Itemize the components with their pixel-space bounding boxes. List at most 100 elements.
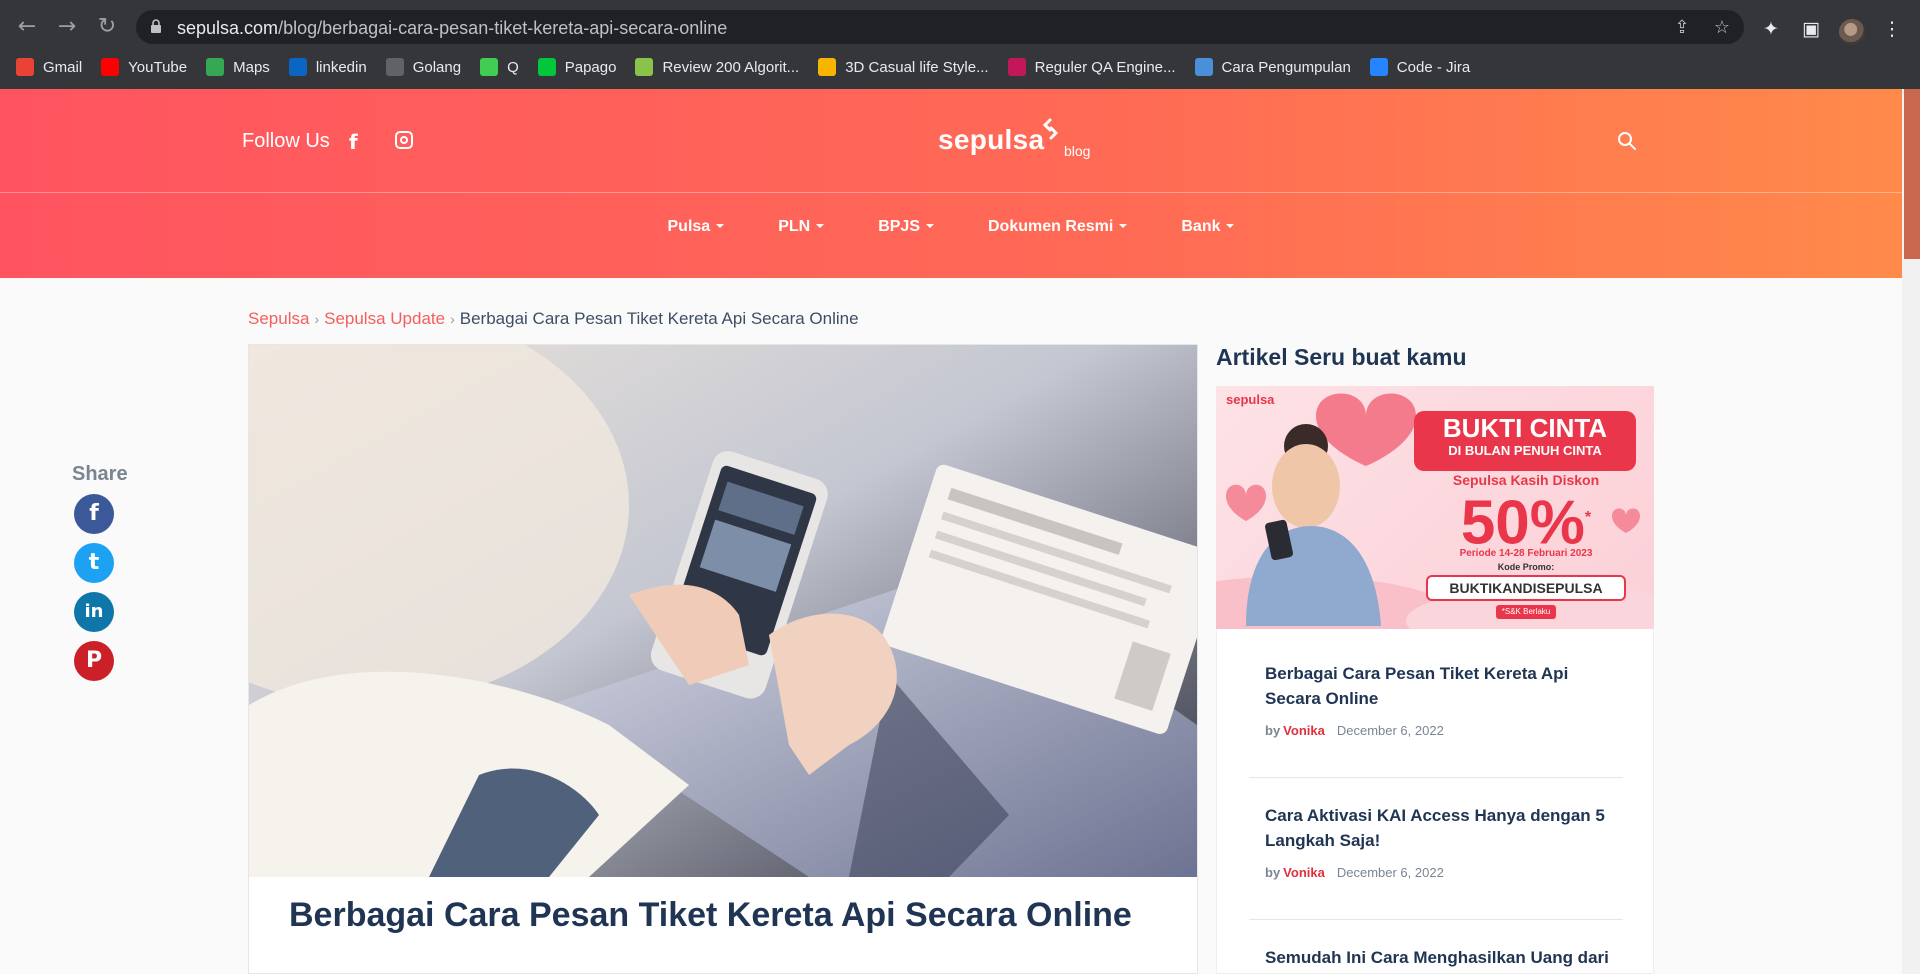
bookmark-item[interactable]: 3D Casual life Style... [818,58,989,76]
profile-avatar[interactable] [1839,19,1865,45]
bookmark-label: 3D Casual life Style... [845,58,989,76]
youtube-icon [101,58,120,76]
bookmark-item[interactable]: Code - Jira [1369,58,1471,76]
facebook-icon[interactable]: f [349,130,358,154]
chevron-down-icon [1226,224,1235,228]
bookmark-item[interactable]: YouTube [101,58,187,76]
promo-banner[interactable]: sepulsa BUKTI CINTA DI BULAN PENUH CINTA… [1216,386,1654,629]
back-icon[interactable]: ← [12,12,42,42]
related-article-meta: by Vonika December 6, 2022 [1265,723,1625,738]
main-nav: Pulsa PLN BPJS Dokumen Resmi Bank [0,218,1902,236]
list-item[interactable]: Cara Aktivasi KAI Access Hanya dengan 5 … [1265,803,1625,880]
forward-icon[interactable]: → [52,12,82,42]
promo-period: Periode 14-28 Februari 2023 [1459,548,1593,559]
site-logo[interactable]: sepulsa [938,124,1044,156]
logo-blog-label: blog [1064,143,1091,159]
related-article-title[interactable]: Berbagai Cara Pesan Tiket Kereta Api Sec… [1265,661,1625,711]
browser-chrome: ← → ↻ sepulsa.com/blog/berbagai-cara-pes… [0,0,1920,89]
chevron-down-icon [716,224,725,228]
article-card: Berbagai Cara Pesan Tiket Kereta Api Sec… [248,344,1198,974]
bookmark-item[interactable]: Review 200 Algorit... [635,58,799,76]
facebook-icon: f [89,501,99,526]
nav-item-label: Dokumen Resmi [987,218,1114,235]
author-link[interactable]: Vonika [1283,723,1325,738]
address-bar[interactable]: sepulsa.com/blog/berbagai-cara-pesan-tik… [136,10,1744,44]
bookmark-item[interactable]: Cara Pengumpulan [1194,58,1351,76]
reload-icon[interactable]: ↻ [92,12,122,42]
address-row: ← → ↻ sepulsa.com/blog/berbagai-cara-pes… [0,6,1920,48]
scrollbar-thumb[interactable] [1902,89,1920,259]
breadcrumb-category-link[interactable]: Sepulsa Update [324,309,445,328]
laptop-icon [1194,58,1213,76]
bookmark-item[interactable]: Golang [385,58,461,76]
breadcrumb-home-link[interactable]: Sepulsa [248,309,309,328]
author-link[interactable]: Vonika [1283,865,1325,880]
breadcrumb-current: Berbagai Cara Pesan Tiket Kereta Api Sec… [459,309,859,328]
nav-item-bpjs[interactable]: BPJS [878,218,934,236]
bookmark-label: YouTube [128,58,188,76]
nav-item-pulsa[interactable]: Pulsa [668,218,725,236]
post-date: December 6, 2022 [1336,865,1444,880]
nav-item-label: Bank [1181,218,1221,235]
nav-item-label: Pulsa [667,218,711,235]
instagram-icon[interactable] [395,131,413,149]
share-page-icon[interactable]: ⇪ [1670,16,1694,40]
breadcrumb-separator: › [450,311,455,327]
maps-icon [206,58,225,76]
url-text: sepulsa.com/blog/berbagai-cara-pesan-tik… [177,18,727,39]
nav-item-bank[interactable]: Bank [1181,218,1235,236]
search-icon[interactable] [1617,131,1637,151]
nav-item-pln[interactable]: PLN [778,218,825,236]
side-panel-icon[interactable]: ▣ [1798,16,1824,42]
bookmark-item[interactable]: Q [480,58,519,76]
promo-asterisk: * [1584,509,1592,526]
lock-icon [151,19,161,33]
bookmark-label: Q [507,58,519,76]
promo-code-label: Kode Promo: [1497,562,1555,572]
qt-icon [480,58,499,76]
share-label: Share [72,463,128,485]
nav-item-dokumen-resmi[interactable]: Dokumen Resmi [987,218,1128,236]
promo-brand: sepulsa [1226,392,1275,407]
follow-us-label: Follow Us [242,130,330,152]
linkedin-share-button[interactable]: in [74,592,114,632]
related-article-meta: by Vonika December 6, 2022 [1265,865,1625,880]
golang-icon [385,58,404,76]
gmail-icon [16,58,34,76]
bookmark-label: Code - Jira [1396,58,1471,76]
twitter-share-button[interactable]: t [74,543,114,583]
post-date: December 6, 2022 [1336,723,1444,738]
bookmark-label: linkedin [315,58,367,76]
pen-icon [635,58,654,76]
twitter-icon: t [88,550,100,575]
bookmark-label: Papago [564,58,617,76]
extensions-icon[interactable]: ✦ [1758,16,1784,42]
by-label: by [1265,865,1281,880]
jira-icon [1369,58,1388,76]
related-article-title[interactable]: Semudah Ini Cara Menghasilkan Uang dari [1265,945,1625,970]
bookmark-star-icon[interactable]: ☆ [1710,16,1734,40]
bookmark-item[interactable]: Gmail [16,58,82,76]
article-hero-image [249,345,1197,877]
menu-kebab-icon[interactable]: ⋮ [1879,16,1905,42]
bookmark-label: Cara Pengumpulan [1221,58,1351,76]
related-article-title[interactable]: Cara Aktivasi KAI Access Hanya dengan 5 … [1265,803,1625,853]
list-divider [1249,777,1623,778]
bookmark-label: Reguler QA Engine... [1034,58,1176,76]
bookmark-item[interactable]: Maps [206,58,270,76]
chevron-down-icon [816,224,825,228]
bookmark-label: Review 200 Algorit... [662,58,800,76]
bookmark-item[interactable]: linkedin [288,58,367,76]
bookmark-item[interactable]: Reguler QA Engine... [1007,58,1176,76]
url-path: /blog/berbagai-cara-pesan-tiket-kereta-a… [278,18,728,38]
flask-icon [1007,58,1026,76]
site-header [0,89,1902,278]
o-icon [818,58,837,76]
facebook-share-button[interactable]: f [74,494,114,534]
list-item[interactable]: Semudah Ini Cara Menghasilkan Uang dari [1265,945,1625,970]
promo-discount: 50%* [1406,484,1646,558]
header-divider [0,192,1902,193]
bookmark-item[interactable]: Papago [537,58,617,76]
pinterest-share-button[interactable]: P [74,641,114,681]
list-item[interactable]: Berbagai Cara Pesan Tiket Kereta Api Sec… [1265,661,1625,738]
